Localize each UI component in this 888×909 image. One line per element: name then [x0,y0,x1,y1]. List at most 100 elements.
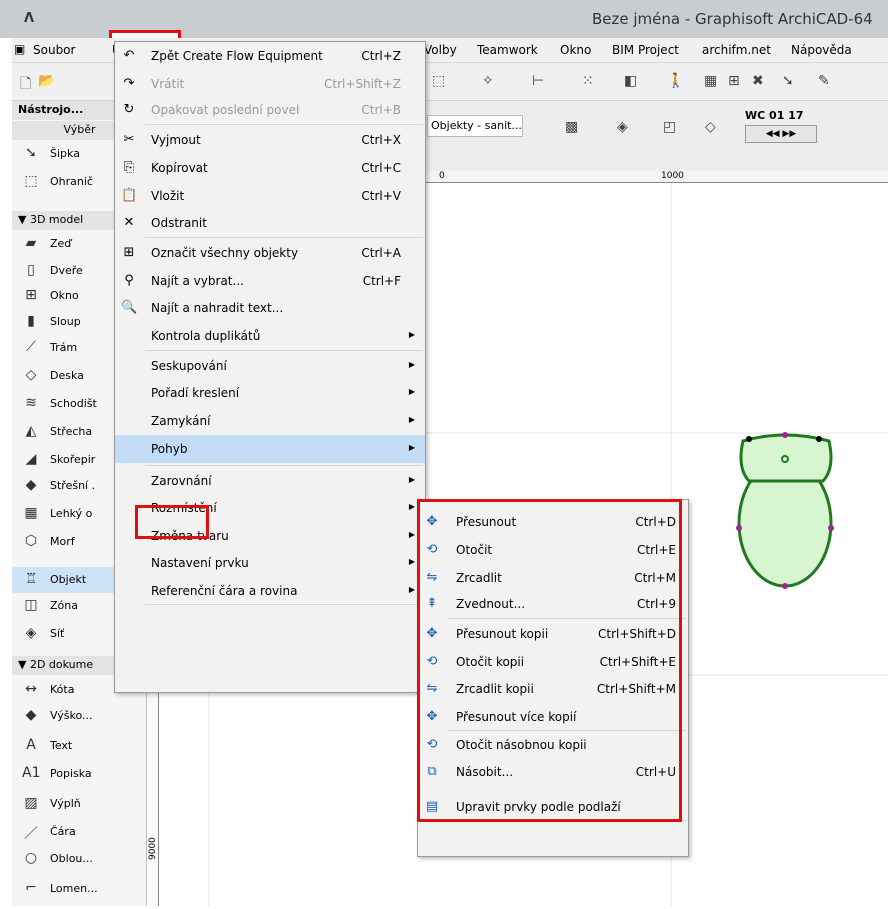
close-x-icon[interactable]: ✖ [752,73,764,89]
edit-menu-item-10[interactable]: Kontrola duplikátů ▶ [115,322,425,350]
edit-menu-item-2[interactable]: ↻ Opakovat poslední povel Ctrl+B [115,96,425,124]
edit-menu-item-8[interactable]: ⚲ Najít a vybrat... Ctrl+F [115,267,425,295]
object-preview-icon[interactable]: ▩ [565,119,578,135]
tool-icon: A [26,737,36,753]
edit-menu-label: Zamykání [151,414,211,428]
horizontal-ruler: 0 1000 [425,171,888,183]
submenu-arrow-icon: ▶ [408,443,415,452]
hotspot [816,436,822,442]
tool-icon: ◈ [25,625,37,641]
tool-label: Popiska [50,767,92,780]
object-nav-buttons[interactable]: ◀◀ ▶▶ [745,125,817,143]
edit-menu-item-7[interactable]: ⊞ Označit všechny objekty Ctrl+A [115,239,425,267]
tool-22[interactable]: ／ Čára [12,819,147,845]
edit-menu-item-18[interactable]: Nastavení prvku ▶ [115,549,425,577]
edit-menu-item-4[interactable]: ⎘ Kopírovat Ctrl+C [115,154,425,182]
pohyb-highlight-box [135,505,209,539]
tool-label: Výplň [50,797,81,810]
guide-icon[interactable]: ⊢ [532,73,544,89]
edit-menu-label: Označit všechny objekty [151,246,299,260]
tool-icon: ♖ [24,571,38,587]
tool-icon: ◇ [25,367,37,383]
menu-0[interactable]: Soubor [33,43,75,57]
edit-menu-item-9[interactable]: 🔍 Najít a nahradit text... [115,294,425,322]
tool-icon: ▰ [25,235,37,251]
tool-label: Kóta [50,683,75,696]
edit-menu-item-0[interactable]: ↶ Zpět Create Flow Equipment Ctrl+Z [115,42,425,70]
submenu-arrow-icon: ▶ [408,557,415,566]
snap-icon[interactable]: ✧ [482,73,494,89]
edit-menu-shortcut: Ctrl+X [361,133,401,147]
menu-5[interactable]: Volby [424,43,457,57]
tool-icon: A1 [22,765,41,781]
object-library-field[interactable]: Objekty - sanit... [427,115,523,137]
tool-icon: ／ [24,826,38,842]
tool-label: Šipka [50,147,80,160]
edit-menu-item-11[interactable]: Seskupování ▶ [115,352,425,380]
edit-menu-icon [121,441,137,457]
edit-menu-label: Vyjmout [151,133,201,147]
edit-menu-item-12[interactable]: Pořadí kreslení ▶ [115,379,425,407]
edit-menu-icon [121,555,137,571]
tool-23[interactable]: ○ Oblou... [12,846,147,872]
new-file-icon[interactable]: 🗋 [20,73,31,97]
toolbar-tool-icon[interactable]: ⬚ [432,73,445,89]
edit-menu-item-5[interactable]: 📋 Vložit Ctrl+V [115,182,425,210]
edit-menu-icon [121,413,137,429]
edit-menu-item-14[interactable]: Pohyb ▶ [115,435,425,463]
window-menu-icon[interactable]: ▣ [14,42,25,56]
tool-icon: ▦ [24,505,38,521]
pen-icon[interactable]: ✎ [818,73,830,89]
person-icon[interactable]: 🚶 [667,73,684,89]
edit-menu-item-15[interactable]: Zarovnání ▶ [115,467,425,495]
tool-icon: ➘ [25,145,37,161]
grid-icon[interactable]: ⁙ [582,73,594,89]
edit-menu-label: Nastavení prvku [151,556,249,570]
tool-21[interactable]: ▨ Výplň [12,791,147,817]
edit-menu-shortcut: Ctrl+F [362,274,401,288]
table-icon[interactable]: ⊞ [728,73,740,89]
edit-menu-icon: ⎘ [123,160,135,175]
tool-18[interactable]: ◆ Výško... [12,703,147,729]
menu-9[interactable]: archifm.net [702,43,771,57]
hotspot [828,525,834,531]
floor-plan-icon[interactable]: ▦ [704,73,717,89]
tool-label: Deska [50,369,84,382]
window-title: Beze jména - Graphisoft ArchiCAD-64 [592,10,873,28]
arrow-tool-icon[interactable]: ➘ [782,73,794,89]
submenu-arrow-icon: ▶ [408,530,415,539]
menu-8[interactable]: BIM Project [612,43,679,57]
object-view-icon[interactable]: ◇ [705,119,716,135]
edit-menu-item-13[interactable]: Zamykání ▶ [115,407,425,435]
edit-menu-item-1[interactable]: ↷ Vrátit Ctrl+Shift+Z [115,70,425,98]
toilet-object[interactable] [736,432,834,589]
tool-19[interactable]: A Text [12,733,147,759]
menu-separator [145,350,423,351]
object-name-label: WC 01 17 [745,109,804,122]
submenu-arrow-icon: ▶ [408,585,415,594]
menu-10[interactable]: Nápověda [791,43,852,57]
vruler-label: 9000 [148,837,158,860]
edit-menu-item-6[interactable]: ✕ Odstranit [115,209,425,237]
menu-6[interactable]: Teamwork [477,43,538,57]
layer-icon[interactable]: ◧ [624,73,637,89]
tool-label: Ohranič [50,175,93,188]
edit-menu-label: Zarovnání [151,474,212,488]
tool-icon: ▯ [27,262,35,278]
object-rotate-icon[interactable]: ◈ [617,119,628,135]
edit-menu-label: Vrátit [151,77,185,91]
tool-24[interactable]: ⌐ Lomen... [12,876,147,902]
object-elevation-icon[interactable]: ◰ [663,119,676,135]
edit-menu-icon: ⊞ [123,245,135,260]
menu-7[interactable]: Okno [560,43,591,57]
open-folder-icon[interactable]: 📂 [38,73,55,89]
tool-icon: ▮ [27,313,35,329]
edit-menu-icon: ⚲ [124,273,134,288]
tool-20[interactable]: A1 Popiska [12,761,147,787]
edit-menu-item-3[interactable]: ✂ Vyjmout Ctrl+X [115,126,425,154]
tool-label: Schodišt [50,397,97,410]
tool-icon: ⌐ [25,880,37,896]
edit-menu-item-19[interactable]: Referenční čára a rovina ▶ [115,577,425,605]
tool-label: Síť [50,627,65,640]
edit-menu-label: Zpět Create Flow Equipment [151,49,323,63]
